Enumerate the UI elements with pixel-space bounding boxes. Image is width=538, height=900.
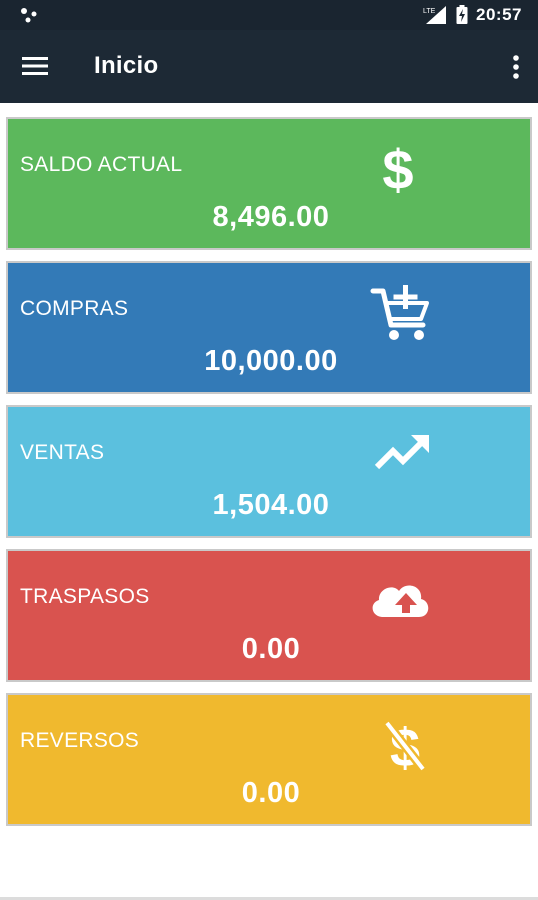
trending-up-icon — [374, 435, 429, 470]
card-compras[interactable]: COMPRAS 10,000.00 — [6, 261, 532, 394]
card-reversos[interactable]: REVERSOS $ 0.00 — [6, 693, 532, 826]
cloud-upload-icon — [372, 585, 429, 617]
no-dollar-icon: $ — [383, 718, 427, 775]
card-label: COMPRAS — [20, 297, 129, 320]
card-label: REVERSOS — [20, 729, 140, 752]
dashboard-cards: SALDO ACTUAL $ 8,496.00 COMPRAS 10,000.0… — [6, 117, 532, 837]
card-value: 0.00 — [241, 633, 301, 665]
battery-icon — [456, 5, 468, 24]
page-title: Inicio — [94, 52, 159, 79]
dollar-icon: $ — [382, 138, 413, 199]
card-value: 10,000.00 — [204, 345, 338, 377]
notification-dots-icon — [21, 8, 37, 23]
card-saldo-actual[interactable]: SALDO ACTUAL $ 8,496.00 — [6, 117, 532, 250]
svg-text:$: $ — [382, 138, 413, 199]
network-type: LTE — [423, 8, 436, 15]
app-bar: Inicio — [0, 30, 538, 103]
signal-icon: LTE — [423, 6, 447, 24]
card-value: 0.00 — [241, 777, 301, 809]
card-value: 8,496.00 — [212, 201, 330, 233]
menu-icon[interactable] — [22, 54, 50, 78]
card-label: VENTAS — [20, 441, 105, 464]
clock: 20:57 — [476, 5, 522, 24]
card-value: 1,504.00 — [212, 489, 330, 521]
card-ventas[interactable]: VENTAS 1,504.00 — [6, 405, 532, 538]
cart-add-icon — [370, 285, 429, 340]
card-label: TRASPASOS — [20, 585, 150, 608]
status-bar: LTE 20:57 — [0, 0, 538, 30]
card-label: SALDO ACTUAL — [20, 153, 183, 176]
more-options-icon[interactable] — [510, 52, 522, 82]
card-traspasos[interactable]: TRASPASOS 0.00 — [6, 549, 532, 682]
